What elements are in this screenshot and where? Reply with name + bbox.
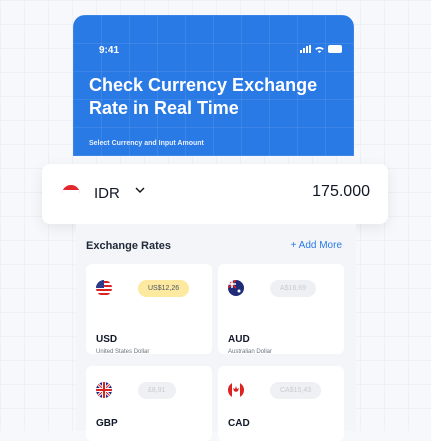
currency-code: AUD: [228, 334, 250, 345]
phone-header: 9:41 Check Currency Exchange Rate in Rea…: [73, 15, 354, 156]
gb-flag-icon: [96, 382, 112, 398]
currency-code: USD: [96, 334, 118, 345]
chevron-down-icon[interactable]: [134, 184, 146, 196]
us-flag-icon: [96, 280, 112, 296]
currency-name: Australian Dollar: [228, 349, 273, 355]
exchange-rates-panel: Exchange Rates + Add More US$12,26 USD U…: [76, 224, 356, 441]
currency-code: CAD: [228, 418, 250, 429]
rates-title: Exchange Rates: [86, 240, 171, 252]
currency-card-gbp[interactable]: £8,91 GBP: [86, 366, 212, 441]
signal-icon: [300, 45, 311, 53]
currency-card-usd[interactable]: US$12,26 USD United States Dollar: [86, 264, 212, 355]
add-more-button[interactable]: + Add More: [291, 240, 342, 251]
currency-name: United States Dollar: [96, 349, 150, 355]
amount-input[interactable]: 175.000: [312, 183, 370, 201]
rate-pill: CA$15,43: [270, 382, 322, 399]
selected-currency[interactable]: IDR: [94, 185, 120, 202]
currency-card-aud[interactable]: A$16,69 AUD Australian Dollar: [218, 264, 344, 355]
rate-pill: A$16,69: [270, 280, 317, 297]
currency-card-cad[interactable]: CA$15,43 CAD: [218, 366, 344, 441]
status-icons: [300, 45, 342, 53]
id-flag-icon: [62, 185, 80, 194]
ca-flag-icon: [228, 382, 244, 398]
currency-code: GBP: [96, 418, 118, 429]
hero-subtitle: Select Currency and Input Amount: [89, 140, 204, 147]
au-flag-icon: [228, 280, 244, 296]
hero-title: Check Currency Exchange Rate in Real Tim…: [89, 75, 318, 118]
status-time: 9:41: [99, 45, 120, 56]
wifi-icon: [315, 46, 324, 53]
battery-icon: [328, 45, 342, 53]
rate-pill: £8,91: [138, 382, 176, 399]
currency-selector-card[interactable]: IDR 175.000: [42, 164, 388, 224]
rate-pill: US$12,26: [138, 280, 190, 297]
